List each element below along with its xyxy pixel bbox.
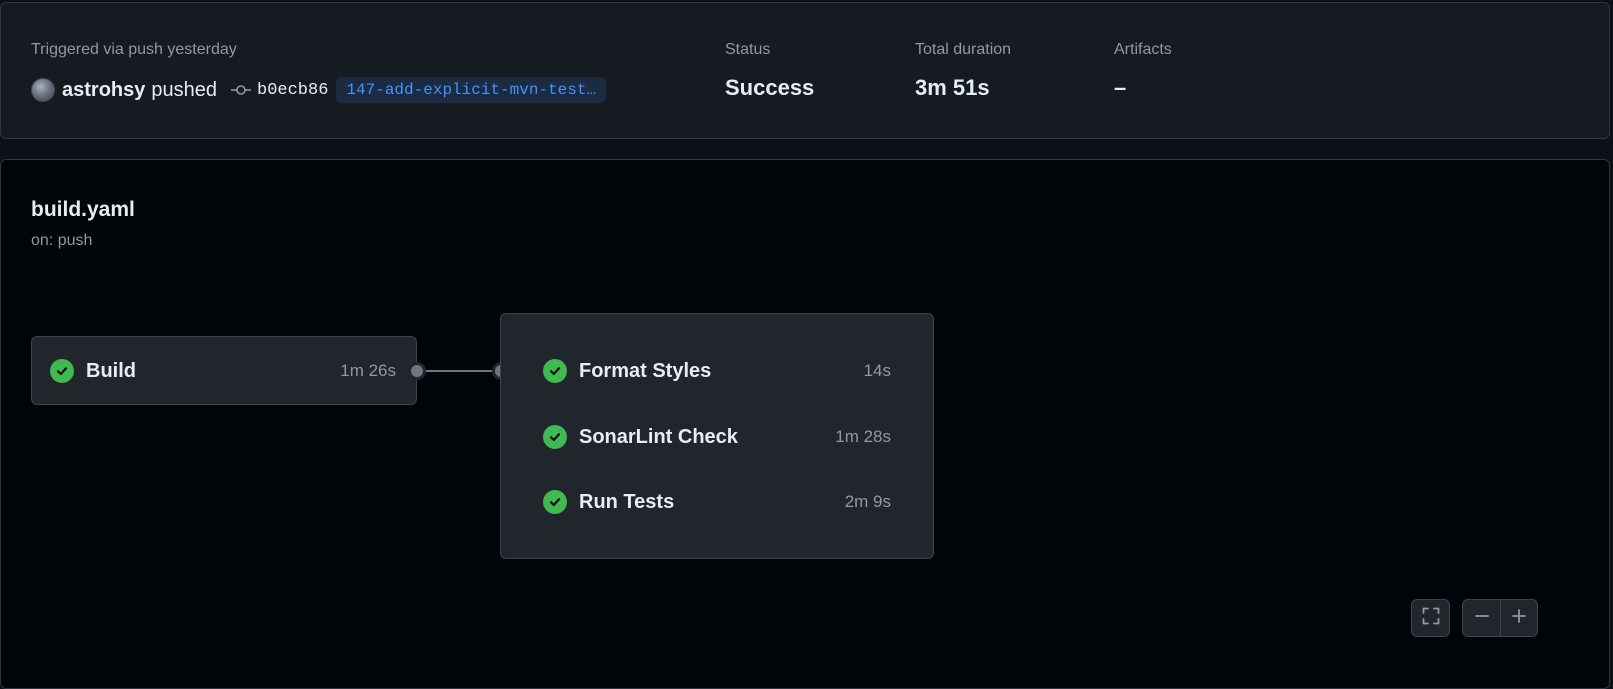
- workflow-trigger: on: push: [31, 232, 93, 249]
- job-name: SonarLint Check: [579, 425, 738, 448]
- check-circle-icon: [543, 359, 567, 383]
- duration-label: Total duration: [915, 41, 1012, 58]
- connector-port-out: [408, 362, 426, 380]
- status-column: Status Success: [725, 41, 814, 101]
- duration-column: Total duration 3m 51s: [915, 41, 1011, 101]
- artifacts-label: Artifacts: [1114, 41, 1172, 58]
- check-circle-icon: [543, 425, 567, 449]
- job-format-styles[interactable]: Format Styles: [543, 358, 711, 384]
- status-value: Success: [725, 75, 815, 100]
- git-commit-icon: [231, 84, 251, 96]
- job-duration: 2m 9s: [844, 492, 891, 511]
- zoom-out-button[interactable]: [1463, 600, 1501, 636]
- username-link[interactable]: astrohsy: [62, 79, 145, 102]
- workflow-name: build.yaml: [31, 198, 135, 221]
- fullscreen-icon: [1422, 607, 1440, 630]
- minus-icon: [1474, 608, 1490, 629]
- trigger-text: Triggered via push yesterday: [31, 41, 237, 58]
- job-group: Format Styles 14s SonarLint Check 1m 28s…: [500, 313, 934, 559]
- check-circle-icon: [543, 490, 567, 514]
- job-name: Build: [86, 359, 136, 382]
- check-circle-icon: [50, 359, 74, 383]
- job-duration: 1m 28s: [835, 427, 891, 446]
- job-name: Format Styles: [579, 359, 712, 382]
- job-run-tests[interactable]: Run Tests: [543, 489, 674, 515]
- job-build-row: Build: [50, 358, 136, 384]
- avatar[interactable]: [31, 78, 55, 102]
- zoom-in-button[interactable]: [1501, 600, 1537, 636]
- artifacts-column: Artifacts –: [1114, 41, 1172, 101]
- zoom-controls: [1462, 599, 1538, 637]
- commit-sha-link[interactable]: b0ecb86: [257, 81, 328, 100]
- fullscreen-button[interactable]: [1411, 599, 1450, 637]
- status-label: Status: [725, 41, 771, 58]
- plus-icon: [1511, 608, 1527, 629]
- artifacts-value: –: [1114, 75, 1127, 100]
- job-sonarlint-check[interactable]: SonarLint Check: [543, 424, 738, 450]
- job-duration: 1m 26s: [340, 361, 396, 380]
- duration-value: 3m 51s: [915, 75, 990, 100]
- job-duration: 14s: [863, 361, 891, 380]
- job-build[interactable]: Build 1m 26s: [31, 336, 417, 405]
- run-summary: Triggered via push yesterday astrohsy pu…: [0, 2, 1610, 139]
- job-connector: [417, 370, 501, 372]
- workflow-graph: build.yaml on: push Build 1m 26s Format …: [0, 159, 1610, 689]
- push-action-text: pushed: [151, 78, 217, 101]
- push-info: astrohsy pushed b0ecb86 147-add-explicit…: [31, 77, 607, 103]
- branch-label[interactable]: 147-add-explicit-mvn-test…: [336, 77, 607, 103]
- job-name: Run Tests: [579, 490, 675, 513]
